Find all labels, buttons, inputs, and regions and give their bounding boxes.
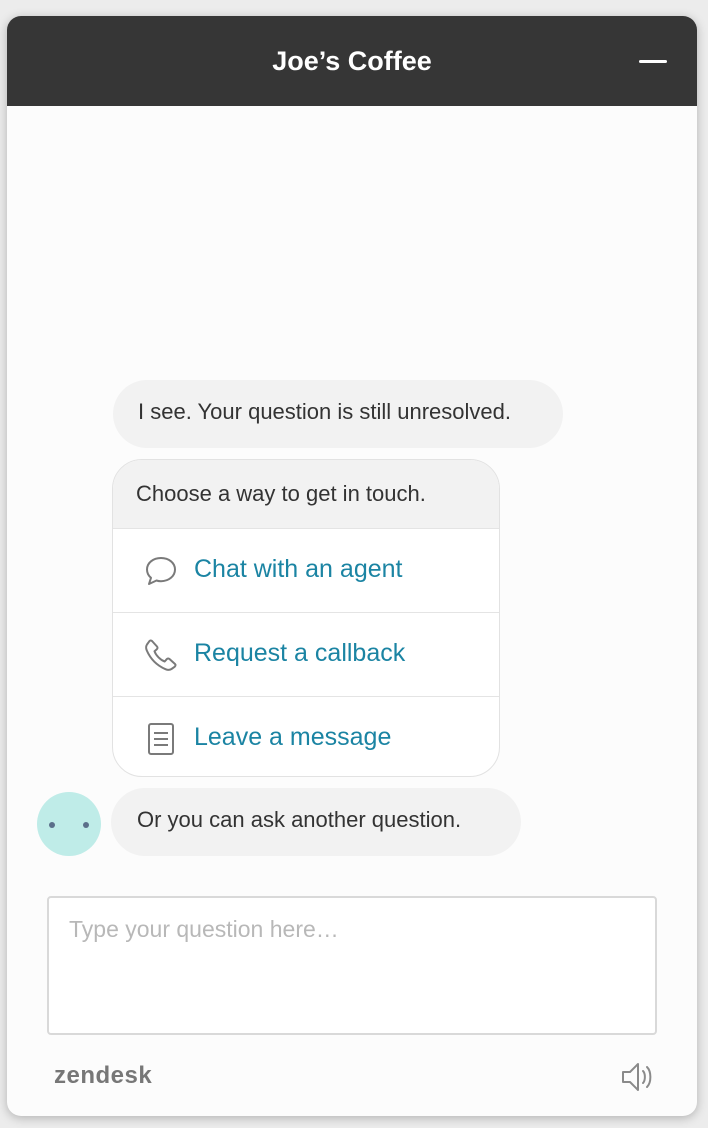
bot-message: I see. Your question is still unresolved… xyxy=(113,380,563,448)
contact-options-card: Choose a way to get in touch. Chat with … xyxy=(112,459,500,777)
leave-message-label: Leave a message xyxy=(194,723,392,751)
chat-bubble-icon xyxy=(146,557,176,585)
avatar-left-eye xyxy=(49,822,55,828)
chat-widget: Joe’s Coffee I see. Your question is sti… xyxy=(7,16,697,1116)
leave-message-option[interactable]: Leave a message xyxy=(113,697,499,776)
document-icon xyxy=(148,723,174,755)
question-input[interactable] xyxy=(47,896,657,1035)
chat-with-agent-label: Chat with an agent xyxy=(194,555,403,583)
zendesk-logo[interactable]: zendesk xyxy=(54,1062,152,1090)
chat-title: Joe’s Coffee xyxy=(272,46,432,76)
bot-message: Or you can ask another question. xyxy=(111,788,521,856)
request-callback-option[interactable]: Request a callback xyxy=(113,613,499,697)
chat-header: Joe’s Coffee xyxy=(7,16,697,106)
bot-avatar xyxy=(37,792,101,856)
speaker-icon[interactable] xyxy=(619,1059,657,1095)
minimize-button[interactable] xyxy=(637,46,669,76)
avatar-right-eye xyxy=(83,822,89,828)
request-callback-label: Request a callback xyxy=(194,639,406,667)
contact-options-heading: Choose a way to get in touch. xyxy=(113,460,499,529)
chat-with-agent-option[interactable]: Chat with an agent xyxy=(113,529,499,613)
phone-icon xyxy=(145,639,177,671)
